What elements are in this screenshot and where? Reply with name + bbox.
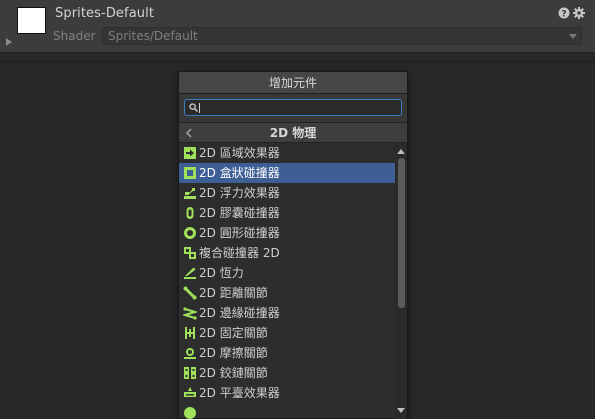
buoyancy-effector-icon bbox=[184, 188, 196, 199]
platform-effector-icon bbox=[184, 387, 196, 397]
shader-dropdown-value: Sprites/Default bbox=[108, 29, 198, 43]
list-item-hinge-joint[interactable]: 2D 鉸鏈關節 bbox=[179, 363, 395, 383]
category-title: 2D 物理 bbox=[269, 126, 317, 140]
scroll-up-icon[interactable] bbox=[397, 149, 405, 154]
popup-title: 增加元件 bbox=[179, 72, 407, 94]
gear-icon[interactable] bbox=[573, 7, 585, 19]
scrollbar-thumb[interactable] bbox=[398, 158, 405, 308]
list-item-fixed-joint[interactable]: 2D 固定關節 bbox=[179, 323, 395, 343]
list-item-label: 2D 摩擦關節 bbox=[199, 346, 268, 360]
search-row bbox=[179, 94, 407, 122]
shader-dropdown[interactable]: Sprites/Default bbox=[102, 27, 582, 45]
list-item-area-effector[interactable]: 2D 區域效果器 bbox=[179, 143, 395, 163]
component-list: 2D 區域效果器 2D 盒狀碰撞器 2D 浮力效果器 2D 膠囊碰撞器 2D 圓… bbox=[179, 143, 395, 419]
list-item-label: 2D 區域效果器 bbox=[199, 146, 280, 160]
search-input[interactable] bbox=[184, 99, 402, 116]
list-item-box-collider[interactable]: 2D 盒狀碰撞器 bbox=[179, 163, 395, 183]
list-item-label: 複合碰撞器 2D bbox=[199, 246, 280, 260]
list-item-label: 2D 膠囊碰撞器 bbox=[199, 206, 280, 220]
fixed-joint-icon bbox=[185, 327, 195, 339]
capsule-collider-icon bbox=[186, 207, 194, 219]
search-icon bbox=[189, 103, 198, 112]
area-effector-icon bbox=[184, 147, 196, 159]
list-item-label: 2D 恆力 bbox=[199, 266, 244, 280]
list-item-label: 2D 固定關節 bbox=[199, 326, 268, 340]
list-scrollbar[interactable] bbox=[395, 143, 407, 419]
list-item-label: 2D 圓形碰撞器 bbox=[199, 226, 280, 240]
text-cursor bbox=[199, 103, 200, 113]
foldout-arrow-icon[interactable] bbox=[6, 38, 12, 46]
list-item-constant-force[interactable]: 2D 恆力 bbox=[179, 263, 395, 283]
material-name: Sprites-Default bbox=[55, 6, 155, 21]
list-item-label: 2D 浮力效果器 bbox=[199, 186, 280, 200]
add-component-popup: 增加元件 2D 物理 2D 區域效果器 2D 盒狀碰撞器 2D 浮力效果器 2D… bbox=[178, 71, 408, 419]
edge-collider-icon bbox=[183, 307, 197, 320]
list-item-buoyancy-effector[interactable]: 2D 浮力效果器 bbox=[179, 183, 395, 203]
chevron-down-icon bbox=[569, 34, 577, 39]
help-icon[interactable]: ? bbox=[558, 7, 570, 19]
list-item-label: 2D 平臺效果器 bbox=[199, 386, 280, 400]
section-divider bbox=[0, 61, 595, 62]
list-item-label: 2D 距離關節 bbox=[199, 286, 268, 300]
list-item-composite-collider[interactable]: 複合碰撞器 2D bbox=[179, 243, 395, 263]
scroll-down-icon[interactable] bbox=[397, 408, 405, 413]
friction-joint-icon bbox=[184, 348, 196, 359]
list-item-circle-collider[interactable]: 2D 圓形碰撞器 bbox=[179, 223, 395, 243]
material-preview-thumbnail bbox=[17, 7, 46, 34]
list-item-label: 2D 鉸鏈關節 bbox=[199, 366, 268, 380]
distance-joint-icon bbox=[183, 286, 197, 300]
svg-text:?: ? bbox=[561, 10, 566, 20]
composite-collider-icon bbox=[184, 247, 196, 259]
hinge-joint-icon bbox=[184, 367, 196, 379]
list-item-label: 2D 盒狀碰撞器 bbox=[199, 166, 280, 180]
shader-label: Shader bbox=[53, 29, 96, 43]
category-breadcrumb: 2D 物理 bbox=[179, 122, 407, 143]
point-effector-icon bbox=[184, 407, 196, 419]
list-item-friction-joint[interactable]: 2D 摩擦關節 bbox=[179, 343, 395, 363]
constant-force-icon bbox=[184, 268, 196, 279]
box-collider-icon bbox=[184, 167, 196, 179]
material-header: Sprites-Default Shader Sprites/Default ? bbox=[0, 0, 595, 53]
list-item-capsule-collider[interactable]: 2D 膠囊碰撞器 bbox=[179, 203, 395, 223]
list-item-point-effector[interactable] bbox=[179, 403, 395, 419]
list-item-label: 2D 邊緣碰撞器 bbox=[199, 306, 280, 320]
list-item-edge-collider[interactable]: 2D 邊緣碰撞器 bbox=[179, 303, 395, 323]
list-item-platform-effector[interactable]: 2D 平臺效果器 bbox=[179, 383, 395, 403]
list-item-distance-joint[interactable]: 2D 距離關節 bbox=[179, 283, 395, 303]
circle-collider-icon bbox=[184, 227, 196, 239]
